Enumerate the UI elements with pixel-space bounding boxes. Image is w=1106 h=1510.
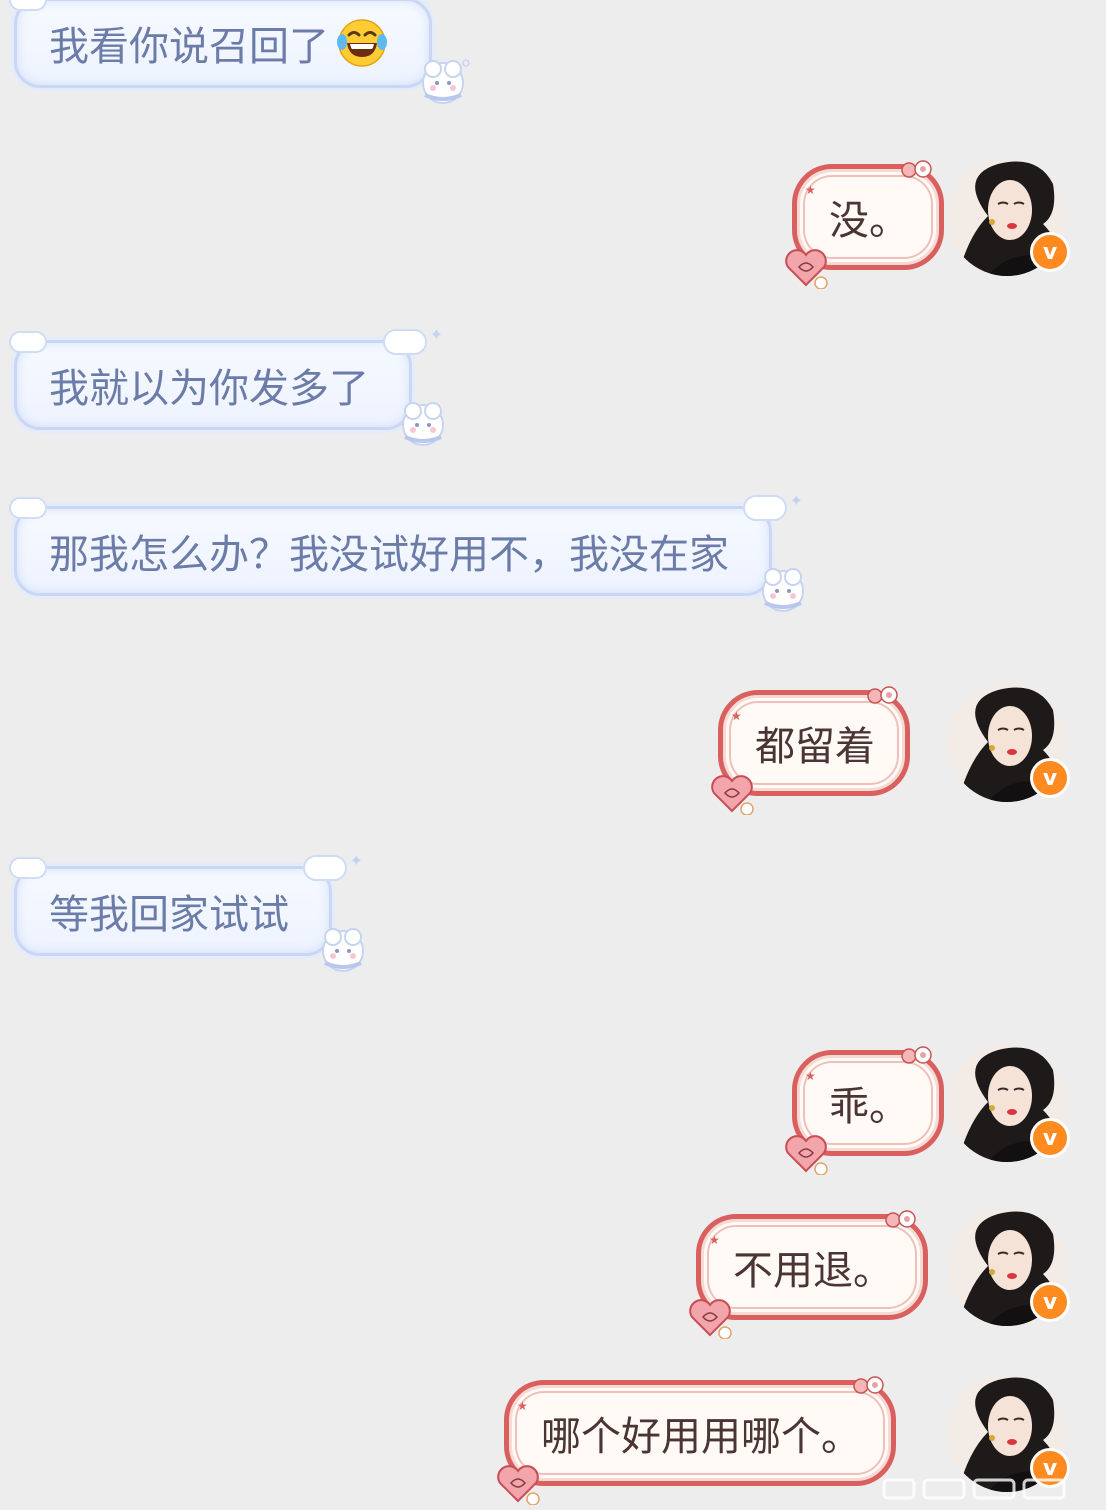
verified-badge: v bbox=[1030, 232, 1070, 272]
message-text: 我看你说召回了 bbox=[49, 24, 329, 70]
cloud-decoration bbox=[9, 857, 47, 879]
star-decoration: ★ bbox=[731, 709, 742, 723]
message-text: 没。 bbox=[829, 198, 909, 244]
message-text: 哪个好用用哪个。 bbox=[541, 1414, 861, 1460]
message-text: 那我怎么办？我没试好用不，我没在家 bbox=[49, 532, 729, 578]
bunny-sticker-icon bbox=[422, 59, 470, 104]
bunny-sticker-icon bbox=[322, 928, 364, 972]
star-decoration: ★ bbox=[805, 1069, 816, 1083]
verified-badge: v bbox=[1030, 1118, 1070, 1158]
sent-message-bubble[interactable]: ★ 乖。 bbox=[785, 1046, 944, 1175]
cloud-decoration bbox=[9, 0, 47, 11]
avatar[interactable]: v bbox=[948, 158, 1070, 276]
cloud-decoration bbox=[303, 855, 347, 881]
message-text: 等我回家试试 bbox=[49, 892, 289, 938]
sparkle-icon: ✦ bbox=[349, 851, 363, 870]
flower-decoration-icon bbox=[901, 160, 932, 178]
cloud-decoration bbox=[383, 329, 427, 355]
watermark-logo bbox=[882, 1478, 1066, 1500]
heart-decoration-icon bbox=[711, 775, 754, 815]
heart-decoration-icon bbox=[785, 1135, 828, 1175]
flower-decoration-icon bbox=[867, 686, 898, 704]
avatar[interactable]: v bbox=[948, 1208, 1070, 1326]
cloud-decoration bbox=[9, 497, 47, 519]
laughing-tears-emoji-icon bbox=[337, 19, 387, 67]
heart-decoration-icon bbox=[689, 1299, 732, 1339]
star-decoration: ★ bbox=[805, 183, 816, 197]
received-message-bubble[interactable]: ✦ 那我怎么办？我没试好用不，我没在家 bbox=[9, 491, 804, 612]
message-text: 不用退。 bbox=[733, 1248, 893, 1294]
sent-message-bubble[interactable]: ★ 都留着 bbox=[711, 686, 910, 815]
received-message-bubble[interactable]: ✦ 等我回家试试 bbox=[9, 851, 364, 972]
flower-decoration-icon bbox=[885, 1210, 916, 1228]
message-text: 我就以为你发多了 bbox=[49, 366, 369, 412]
received-message-bubble[interactable]: 我看你说召回了 bbox=[9, 0, 470, 104]
cloud-decoration bbox=[9, 331, 47, 353]
sent-message-bubble[interactable]: ★ 没。 bbox=[785, 160, 944, 289]
message-text: 乖。 bbox=[829, 1084, 909, 1130]
verified-badge: v bbox=[1030, 758, 1070, 798]
received-message-bubble[interactable]: ✦ 我就以为你发多了 bbox=[9, 325, 444, 446]
flower-decoration-icon bbox=[853, 1376, 884, 1394]
chat-view: 我看你说召回了 ★ 没。 v ✦ 我就以为你发多了 ✦ 那我怎么办？我没试好用不… bbox=[0, 0, 1106, 1510]
star-decoration: ★ bbox=[517, 1399, 528, 1413]
bunny-sticker-icon bbox=[402, 402, 444, 446]
heart-decoration-icon bbox=[497, 1465, 540, 1505]
flower-decoration-icon bbox=[901, 1046, 932, 1064]
avatar[interactable]: v bbox=[948, 1044, 1070, 1162]
heart-decoration-icon bbox=[785, 249, 828, 289]
sent-message-bubble[interactable]: ★ 哪个好用用哪个。 bbox=[497, 1376, 896, 1505]
message-text: 都留着 bbox=[755, 724, 875, 770]
sparkle-icon: ✦ bbox=[789, 491, 803, 510]
verified-badge: v bbox=[1030, 1282, 1070, 1322]
avatar[interactable]: v bbox=[948, 684, 1070, 802]
cloud-decoration bbox=[743, 495, 787, 521]
sparkle-icon: ✦ bbox=[429, 325, 443, 344]
star-decoration: ★ bbox=[709, 1233, 720, 1247]
bunny-sticker-icon bbox=[762, 568, 804, 612]
sent-message-bubble[interactable]: ★ 不用退。 bbox=[689, 1210, 928, 1339]
